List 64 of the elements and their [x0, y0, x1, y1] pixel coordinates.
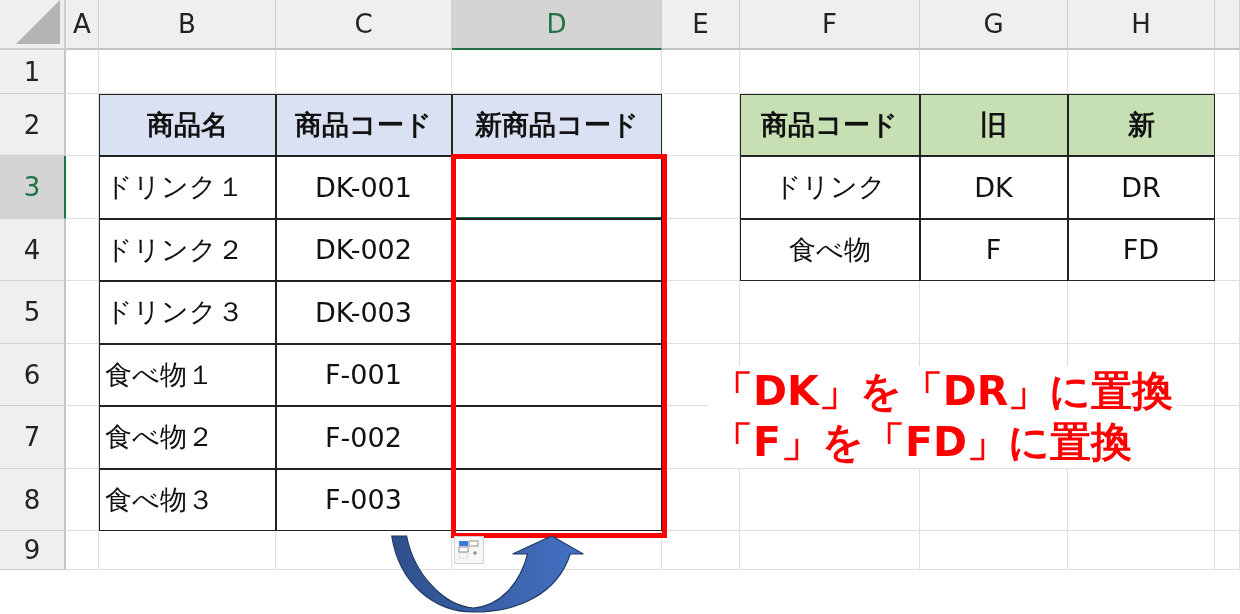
table-cell: 食べ物２: [99, 406, 276, 469]
grid-cell: [66, 156, 99, 219]
table-header-cell: 商品コード: [740, 94, 920, 156]
annotation-text: 「DK」を「DR」に置換: [712, 368, 1174, 416]
table-cell: F-001: [276, 344, 452, 406]
table-cell: F-002: [276, 406, 452, 469]
table-cell: 食べ物３: [99, 469, 276, 531]
column-header[interactable]: H: [1068, 0, 1215, 50]
grid-cell: [66, 50, 99, 94]
quick-analysis-button[interactable]: [454, 536, 484, 564]
select-all-icon[interactable]: [16, 0, 60, 44]
table-header-cell: 新: [1068, 94, 1215, 156]
grid-cell: [66, 531, 99, 570]
column-header[interactable]: F: [740, 0, 920, 50]
grid-cell: [1215, 406, 1240, 469]
row-header[interactable]: 3: [0, 156, 66, 219]
table-cell: ドリンク３: [99, 281, 276, 344]
table-header-cell: 新商品コード: [452, 94, 662, 156]
grid-cell: [1215, 156, 1240, 219]
table-cell: ドリンク１: [99, 156, 276, 219]
table-cell: F: [920, 219, 1068, 281]
grid-cell: [1215, 281, 1240, 344]
grid-cell: [1215, 94, 1240, 156]
table-header-cell: 商品名: [99, 94, 276, 156]
grid-cell: [1215, 219, 1240, 281]
grid-cell: [1215, 50, 1240, 94]
row-header[interactable]: 9: [0, 531, 66, 570]
table-cell: FD: [1068, 219, 1215, 281]
row-header[interactable]: 8: [0, 469, 66, 531]
grid-cell: [66, 344, 99, 406]
row-header[interactable]: 4: [0, 219, 66, 281]
table-cell: ドリンク２: [99, 219, 276, 281]
row-header[interactable]: 6: [0, 344, 66, 406]
grid-cell: [1215, 344, 1240, 406]
table-cell: ドリンク: [740, 156, 920, 219]
table-cell: DK-003: [276, 281, 452, 344]
row-header[interactable]: 2: [0, 94, 66, 156]
grid-cell: [1215, 469, 1240, 531]
row-header[interactable]: 5: [0, 281, 66, 344]
table-cell: F-003: [276, 469, 452, 531]
column-header[interactable]: B: [99, 0, 276, 50]
column-header[interactable]: A: [66, 0, 99, 50]
table-cell: DR: [1068, 156, 1215, 219]
column-header[interactable]: D: [452, 0, 662, 50]
grid-cell: [66, 219, 99, 281]
column-header[interactable]: E: [662, 0, 740, 50]
table-header-cell: 旧: [920, 94, 1068, 156]
grid-cell: [66, 469, 99, 531]
column-header[interactable]: C: [276, 0, 452, 50]
table-cell: 食べ物１: [99, 344, 276, 406]
table-cell: 食べ物: [740, 219, 920, 281]
table-cell: DK-001: [276, 156, 452, 219]
grid-cell: [66, 406, 99, 469]
grid-cell: [66, 281, 99, 344]
table-header-cell: 商品コード: [276, 94, 452, 156]
table-grid-icon: [458, 540, 480, 560]
column-header[interactable]: G: [920, 0, 1068, 50]
annotation-text: 「F」を「FD」に置換: [712, 419, 1133, 467]
table-cell: DK-002: [276, 219, 452, 281]
row-header[interactable]: 1: [0, 50, 66, 94]
table-cell: DK: [920, 156, 1068, 219]
grid-cell: [1215, 531, 1240, 570]
column-header[interactable]: [1215, 0, 1240, 50]
row-header[interactable]: 7: [0, 406, 66, 469]
